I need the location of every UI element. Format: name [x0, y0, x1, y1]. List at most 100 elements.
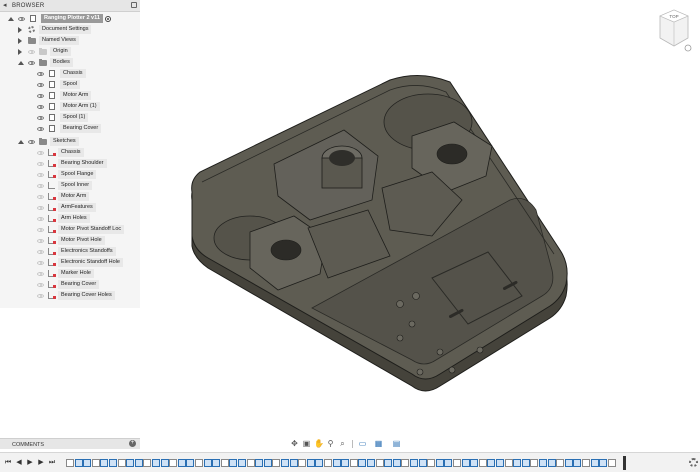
timeline-body-feature[interactable] [513, 459, 522, 467]
model-viewport[interactable] [150, 60, 590, 430]
visibility-icon[interactable] [37, 228, 44, 232]
timeline-sketch-feature[interactable] [272, 459, 281, 467]
browser-sketch-item[interactable]: Spool Flange [0, 169, 140, 180]
gear-icon[interactable] [689, 458, 698, 467]
browser-item-named-views[interactable]: Named Views [0, 35, 140, 46]
timeline-body-feature[interactable] [238, 459, 246, 467]
browser-sketch-item[interactable]: Chassis [0, 147, 140, 158]
browser-item-bodies[interactable]: Bodies [0, 57, 140, 68]
timeline-sketch-feature[interactable] [169, 459, 178, 467]
orbit-icon[interactable]: ✥ [290, 439, 299, 448]
timeline-sketch-feature[interactable] [530, 459, 539, 467]
browser-sketch-item[interactable]: Bearing Cover [0, 279, 140, 290]
zoom-icon[interactable]: ⚲ [326, 439, 335, 448]
timeline-sketch-feature[interactable] [117, 459, 126, 467]
expand-icon[interactable] [18, 49, 22, 55]
browser-sketch-item[interactable]: Motor Arm [0, 191, 140, 202]
browser-body-item[interactable]: Chassis [0, 68, 140, 79]
browser-body-item[interactable]: Motor Arm (1) [0, 101, 140, 112]
visibility-icon[interactable] [37, 294, 44, 298]
browser-body-item[interactable]: Motor Arm [0, 90, 140, 101]
browser-sketch-item[interactable]: Bearing Shoulder [0, 158, 140, 169]
viewcube[interactable]: TOP [652, 4, 696, 60]
next-frame-icon[interactable]: ▶ [37, 459, 45, 467]
timeline-sketch-feature[interactable] [195, 459, 203, 467]
browser-sketch-item[interactable]: Marker Hole [0, 268, 140, 279]
browser-body-item[interactable]: Spool [0, 79, 140, 90]
browser-sketch-item[interactable]: Electronics Standoffs [0, 246, 140, 257]
timeline-sketch-feature[interactable] [427, 459, 436, 467]
timeline-body-feature[interactable] [539, 459, 547, 467]
timeline-sketch-feature[interactable] [246, 459, 255, 467]
timeline-body-feature[interactable] [160, 459, 169, 467]
visibility-icon[interactable] [37, 206, 44, 210]
timeline-body-feature[interactable] [100, 459, 109, 467]
visibility-icon[interactable] [37, 239, 44, 243]
timeline-body-feature[interactable] [203, 459, 212, 467]
visibility-icon[interactable] [37, 72, 44, 76]
timeline-sketch-feature[interactable] [504, 459, 513, 467]
visibility-icon[interactable] [37, 105, 44, 109]
timeline-body-feature[interactable] [487, 459, 496, 467]
last-frame-icon[interactable]: ⏭ [48, 459, 56, 467]
expand-icon[interactable] [8, 17, 14, 21]
browser-sketch-item[interactable]: Motor Pivot Hole [0, 235, 140, 246]
timeline-body-feature[interactable] [564, 459, 573, 467]
timeline-body-feature[interactable] [134, 459, 143, 467]
browser-item-document-settings[interactable]: Document Settings [0, 24, 140, 35]
timeline-body-feature[interactable] [470, 459, 479, 467]
activate-radio[interactable] [105, 16, 111, 22]
timeline-body-feature[interactable] [461, 459, 470, 467]
timeline-body-feature[interactable] [186, 459, 195, 467]
timeline-sketch-feature[interactable] [478, 459, 487, 467]
comments-panel[interactable]: COMMENTS + [0, 438, 140, 449]
visibility-icon[interactable] [37, 173, 44, 177]
timeline-body-feature[interactable] [410, 459, 418, 467]
browser-body-item[interactable]: Spool (1) [0, 112, 140, 123]
collapse-icon[interactable]: ◂ [3, 2, 7, 10]
expand-icon[interactable] [18, 140, 24, 144]
timeline-body-feature[interactable] [599, 459, 608, 467]
timeline-body-feature[interactable] [384, 459, 393, 467]
visibility-icon[interactable] [37, 250, 44, 254]
timeline-sketch-feature[interactable] [91, 459, 100, 467]
timeline-body-feature[interactable] [332, 459, 341, 467]
timeline-body-feature[interactable] [229, 459, 238, 467]
timeline-body-feature[interactable] [358, 459, 367, 467]
timeline-sketch-feature[interactable] [349, 459, 358, 467]
browser-item-sketches[interactable]: Sketches [0, 136, 140, 147]
timeline-body-feature[interactable] [152, 459, 160, 467]
timeline-sketch-feature[interactable] [582, 459, 590, 467]
look-at-icon[interactable]: ▣ [302, 439, 311, 448]
visibility-icon[interactable] [37, 151, 44, 155]
browser-sketch-item[interactable]: Electronic Standoff Hole [0, 257, 140, 268]
browser-sketch-item[interactable]: Spool Inner [0, 180, 140, 191]
browser-sketch-item[interactable]: Bearing Cover Holes [0, 290, 140, 301]
timeline-body-feature[interactable] [392, 459, 401, 467]
timeline-sketch-feature[interactable] [556, 459, 565, 467]
timeline-body-feature[interactable] [496, 459, 504, 467]
fit-icon[interactable]: ⌕ [338, 439, 347, 448]
visibility-icon[interactable] [37, 116, 44, 120]
browser-header[interactable]: ◂ BROWSER [0, 0, 140, 12]
timeline-sketch-feature[interactable] [324, 459, 332, 467]
visibility-icon[interactable] [28, 140, 35, 144]
display-settings-icon[interactable]: ▭ [358, 439, 367, 448]
visibility-icon[interactable] [37, 195, 44, 199]
timeline-body-feature[interactable] [109, 459, 117, 467]
timeline-body-feature[interactable] [126, 459, 135, 467]
timeline-body-feature[interactable] [306, 459, 315, 467]
timeline-body-feature[interactable] [444, 459, 453, 467]
timeline-sketch-feature[interactable] [220, 459, 229, 467]
visibility-icon[interactable] [37, 272, 44, 276]
timeline-body-feature[interactable] [315, 459, 324, 467]
visibility-icon[interactable] [37, 261, 44, 265]
browser-body-item[interactable]: Bearing Cover [0, 123, 140, 134]
timeline-body-feature[interactable] [255, 459, 264, 467]
timeline-sketch-feature[interactable] [298, 459, 307, 467]
timeline-sketch-feature[interactable] [66, 459, 74, 467]
pan-icon[interactable]: ✋ [314, 439, 324, 448]
visibility-icon[interactable] [28, 50, 35, 54]
grid-icon[interactable]: ▦ [374, 439, 383, 448]
first-frame-icon[interactable]: ⏮ [4, 459, 12, 467]
